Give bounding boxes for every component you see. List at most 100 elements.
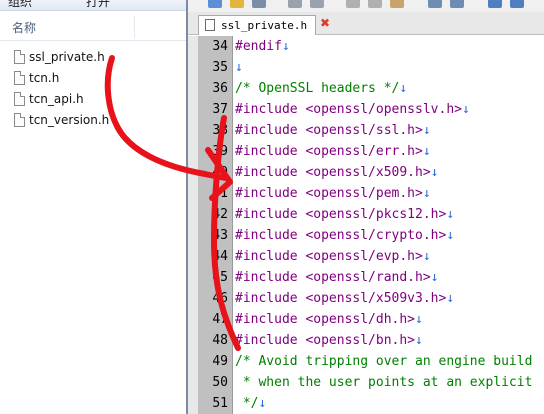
print-icon[interactable] [288, 0, 302, 8]
line-number: 39 [212, 144, 228, 159]
file-item[interactable]: tcn_version.h [14, 110, 109, 130]
file-icon [14, 50, 25, 64]
file-item[interactable]: tcn_api.h [14, 89, 84, 109]
code-text: #include <openssl/bn.h>↓ [235, 333, 423, 348]
open-file-icon[interactable] [230, 0, 244, 8]
code-text: #include <openssl/x509.h>↓ [235, 165, 439, 180]
code-line[interactable]: 47 #include <openssl/dh.h>↓ [198, 309, 544, 330]
code-line[interactable]: 48 #include <openssl/bn.h>↓ [198, 330, 544, 351]
line-return-marker: ↓ [415, 333, 423, 348]
code-line[interactable]: 51 */↓ [198, 393, 544, 414]
code-text: #endif↓ [235, 39, 290, 54]
line-number: 49 [212, 354, 228, 369]
file-name: ssl_private.h [29, 50, 105, 64]
new-file-icon[interactable] [208, 0, 222, 8]
line-number: 43 [212, 228, 228, 243]
code-text: * when the user points at an explicit [235, 375, 533, 390]
undo-icon[interactable] [428, 0, 442, 8]
line-return-marker: ↓ [422, 123, 431, 138]
line-return-marker: ↓ [446, 228, 455, 243]
code-line[interactable]: 43 #include <openssl/crypto.h>↓ [198, 225, 544, 246]
file-name: tcn_api.h [29, 92, 84, 106]
code-text: #include <openssl/dh.h>↓ [235, 312, 423, 327]
tab-ssl-private[interactable]: ssl_private.h [198, 15, 317, 35]
code-line[interactable]: 35 ↓ [198, 57, 544, 78]
organize-menu[interactable]: 组织 [8, 0, 32, 10]
cut-icon[interactable] [346, 0, 360, 8]
line-number: 46 [212, 291, 228, 306]
code-line[interactable]: 46 #include <openssl/x509v3.h>↓ [198, 288, 544, 309]
line-number: 51 [212, 396, 228, 411]
line-return-marker: ↓ [399, 81, 408, 96]
file-item[interactable]: tcn.h [14, 68, 59, 88]
code-line[interactable]: 45 #include <openssl/rand.h>↓ [198, 267, 544, 288]
code-line[interactable]: 38 #include <openssl/ssl.h>↓ [198, 120, 544, 141]
code-line[interactable]: 37 #include <openssl/opensslv.h>↓ [198, 99, 544, 120]
print-preview-icon[interactable] [310, 0, 324, 8]
code-line[interactable]: 40 #include <openssl/x509.h>↓ [198, 162, 544, 183]
line-return-marker: ↓ [422, 144, 431, 159]
code-text: #include <openssl/ssl.h>↓ [235, 123, 431, 138]
code-text: #include <openssl/x509v3.h>↓ [235, 291, 455, 306]
replace-icon[interactable] [510, 0, 524, 8]
code-line[interactable]: 49 /* Avoid tripping over an engine build [198, 351, 544, 372]
code-text: #include <openssl/crypto.h>↓ [235, 228, 455, 243]
line-number: 38 [212, 123, 228, 138]
copy-icon[interactable] [368, 0, 382, 8]
line-return-marker: ↓ [430, 165, 439, 180]
file-explorer: 组织 打开 名称 ssl_private.h tcn.h tcn_api.h t… [0, 0, 186, 414]
code-line[interactable]: 34 #endif↓ [198, 36, 544, 57]
line-return-marker: ↓ [422, 186, 431, 201]
line-return-marker: ↓ [415, 312, 423, 327]
file-icon [14, 113, 25, 127]
line-return-marker: ↓ [422, 249, 431, 264]
column-header-row: 名称 [0, 14, 186, 41]
line-return-marker: ↓ [430, 270, 439, 285]
code-text: /* Avoid tripping over an engine build [235, 354, 533, 369]
code-area[interactable]: 34 #endif↓ 35 ↓ 36 /* OpenSSL headers */↓ 37 #i… [198, 36, 544, 414]
code-line[interactable]: 44 #include <openssl/evp.h>↓ [198, 246, 544, 267]
tab-bar: ssl_private.h ✖ [188, 12, 544, 35]
line-number: 42 [212, 207, 228, 222]
file-icon [14, 71, 25, 85]
line-number: 37 [212, 102, 228, 117]
code-line[interactable]: 36 /* OpenSSL headers */↓ [198, 78, 544, 99]
line-number: 41 [212, 186, 228, 201]
explorer-toolbar: 组织 打开 [0, 0, 186, 11]
file-name: tcn_version.h [29, 113, 110, 127]
name-column-header[interactable]: 名称 [12, 19, 36, 36]
save-icon[interactable] [252, 0, 266, 8]
line-number: 47 [212, 312, 228, 327]
line-number: 48 [212, 333, 228, 348]
line-number: 34 [212, 39, 228, 54]
line-return-marker: ↓ [258, 396, 267, 411]
code-text: #include <openssl/err.h>↓ [235, 144, 431, 159]
code-text: #include <openssl/pkcs12.h>↓ [235, 207, 455, 222]
line-return-marker: ↓ [281, 39, 290, 54]
code-line[interactable]: 50 * when the user points at an explicit [198, 372, 544, 393]
paste-icon[interactable] [390, 0, 404, 8]
document-icon [205, 19, 215, 31]
code-line[interactable]: 41 #include <openssl/pem.h>↓ [198, 183, 544, 204]
close-tab-icon[interactable]: ✖ [318, 16, 332, 30]
code-text: */↓ [235, 396, 267, 411]
column-divider[interactable] [134, 16, 135, 38]
bookmark-margin[interactable] [188, 36, 198, 414]
line-return-marker: ↓ [446, 291, 455, 306]
find-icon[interactable] [488, 0, 502, 8]
file-name: tcn.h [29, 71, 60, 85]
code-text: ↓ [235, 57, 243, 78]
line-number: 45 [212, 270, 228, 285]
file-item[interactable]: ssl_private.h [14, 47, 105, 67]
line-return-marker: ↓ [235, 60, 243, 75]
code-text: #include <openssl/evp.h>↓ [235, 249, 431, 264]
open-menu[interactable]: 打开 [86, 0, 110, 10]
code-text: #include <openssl/opensslv.h>↓ [235, 102, 470, 117]
tab-label: ssl_private.h [221, 19, 308, 32]
code-text: #include <openssl/pem.h>↓ [235, 186, 431, 201]
line-return-marker: ↓ [461, 102, 470, 117]
code-line[interactable]: 42 #include <openssl/pkcs12.h>↓ [198, 204, 544, 225]
line-number: 50 [212, 375, 228, 390]
redo-icon[interactable] [450, 0, 464, 8]
code-line[interactable]: 39 #include <openssl/err.h>↓ [198, 141, 544, 162]
